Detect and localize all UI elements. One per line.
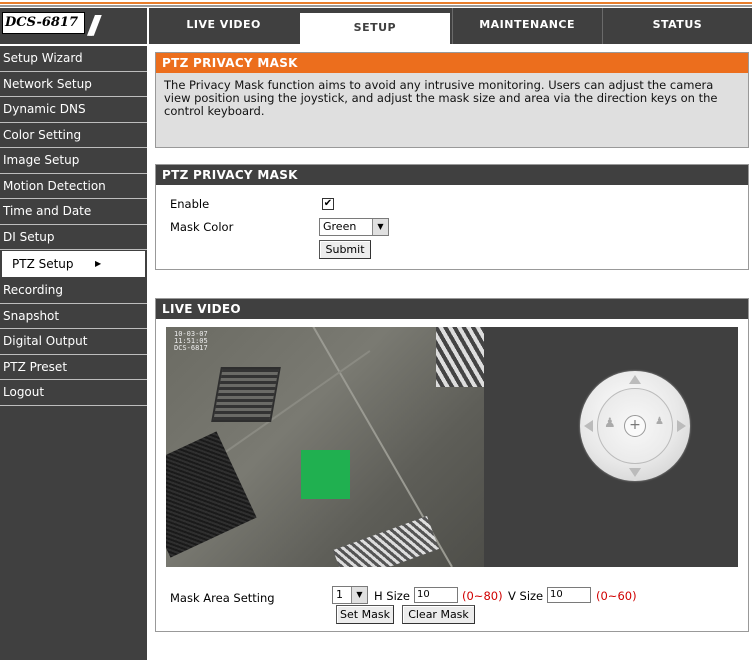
zoom-in-icon[interactable]: ♟: [655, 416, 664, 427]
chevron-down-icon: ▼: [372, 219, 388, 235]
osd-name: DCS-6817: [174, 344, 208, 352]
mask-area-label: Mask Area Setting: [170, 591, 275, 605]
mask-index-value: 1: [336, 588, 343, 601]
sidebar: Setup Wizard Network Setup Dynamic DNS C…: [0, 44, 147, 660]
enable-checkbox[interactable]: ✔: [322, 198, 334, 210]
tab-setup[interactable]: SETUP: [300, 13, 450, 44]
orange-rule: [0, 2, 752, 4]
camera-view[interactable]: 10-03-07 11:51:05 DCS-6817: [166, 327, 484, 567]
h-size-input[interactable]: 10: [414, 587, 458, 603]
zoom-out-icon[interactable]: ♟: [604, 416, 616, 431]
sidebar-item-color-setting[interactable]: Color Setting: [0, 123, 147, 148]
v-size-label: V Size: [508, 589, 544, 603]
grey-rule: [0, 5, 752, 7]
home-plus-icon[interactable]: +: [624, 415, 646, 437]
tab-maintenance[interactable]: MAINTENANCE: [451, 8, 602, 44]
sidebar-item-logout[interactable]: Logout: [0, 380, 147, 406]
intro-panel: PTZ PRIVACY MASK The Privacy Mask functi…: [155, 52, 749, 148]
sidebar-item-snapshot[interactable]: Snapshot: [0, 304, 147, 329]
live-video-panel: LIVE VIDEO 10-03-07 11:51:05 DCS-6817 ♟ …: [155, 298, 749, 632]
v-size-input[interactable]: 10: [547, 587, 591, 603]
live-video-title: LIVE VIDEO: [156, 299, 748, 319]
privacy-mask[interactable]: [301, 450, 350, 499]
settings-title: PTZ PRIVACY MASK: [156, 165, 748, 185]
chevron-down-icon: ▼: [351, 587, 367, 603]
tab-status[interactable]: STATUS: [601, 8, 752, 44]
sidebar-item-network-setup[interactable]: Network Setup: [0, 72, 147, 97]
mask-index-select[interactable]: 1 ▼: [332, 586, 368, 604]
light-fixture: [436, 327, 484, 387]
clear-mask-button[interactable]: Clear Mask: [402, 605, 475, 624]
ceiling-vent: [211, 367, 281, 422]
arrow-right-icon: ▶: [95, 259, 102, 268]
sidebar-item-motion-detection[interactable]: Motion Detection: [0, 174, 147, 199]
sidebar-item-dynamic-dns[interactable]: Dynamic DNS: [0, 97, 147, 123]
osd-overlay: 10-03-07 11:51:05 DCS-6817: [174, 331, 208, 352]
h-size-label: H Size: [374, 589, 410, 603]
intro-title: PTZ PRIVACY MASK: [156, 53, 748, 73]
mask-color-select[interactable]: Green ▼: [319, 218, 389, 236]
sidebar-item-recording[interactable]: Recording: [0, 278, 147, 304]
sidebar-item-setup-wizard[interactable]: Setup Wizard: [0, 46, 147, 72]
intro-text: The Privacy Mask function aims to avoid …: [164, 78, 718, 118]
tab-live-video[interactable]: LIVE VIDEO: [147, 8, 298, 44]
sidebar-item-digital-output[interactable]: Digital Output: [0, 329, 147, 355]
sidebar-item-di-setup[interactable]: DI Setup: [0, 225, 147, 250]
submit-button[interactable]: Submit: [319, 240, 371, 259]
dark-tile: [166, 431, 257, 558]
h-range: (0~80): [462, 589, 503, 603]
settings-panel: PTZ PRIVACY MASK Enable ✔ Mask Color Gre…: [155, 164, 749, 270]
video-area: 10-03-07 11:51:05 DCS-6817 ♟ ♟ +: [166, 327, 738, 567]
logo-slashes: ///: [88, 10, 100, 41]
v-range: (0~60): [596, 589, 637, 603]
sidebar-item-label: PTZ Setup: [12, 257, 74, 271]
set-mask-button[interactable]: Set Mask: [336, 605, 394, 624]
pan-left-icon[interactable]: [584, 420, 593, 432]
mask-color-label: Mask Color: [170, 220, 234, 234]
sidebar-item-time-and-date[interactable]: Time and Date: [0, 199, 147, 225]
enable-label: Enable: [170, 197, 210, 211]
brand-logo: DCS-6817 ///: [0, 8, 147, 44]
model-name: DCS-6817: [2, 12, 85, 34]
top-nav: LIVE VIDEO SETUP MAINTENANCE STATUS: [147, 8, 752, 44]
sidebar-item-ptz-preset[interactable]: PTZ Preset: [0, 355, 147, 380]
light-fixture: [333, 515, 439, 567]
mask-color-value: Green: [323, 220, 357, 233]
pan-right-icon[interactable]: [677, 420, 686, 432]
ptz-joystick[interactable]: ♟ ♟ +: [580, 371, 690, 481]
sidebar-item-ptz-setup[interactable]: PTZ Setup ▶: [2, 251, 145, 277]
top-stripe: [0, 0, 752, 8]
check-icon: ✔: [323, 198, 333, 209]
sidebar-item-image-setup[interactable]: Image Setup: [0, 148, 147, 174]
pan-down-icon[interactable]: [629, 468, 641, 477]
pan-up-icon[interactable]: [629, 375, 641, 384]
